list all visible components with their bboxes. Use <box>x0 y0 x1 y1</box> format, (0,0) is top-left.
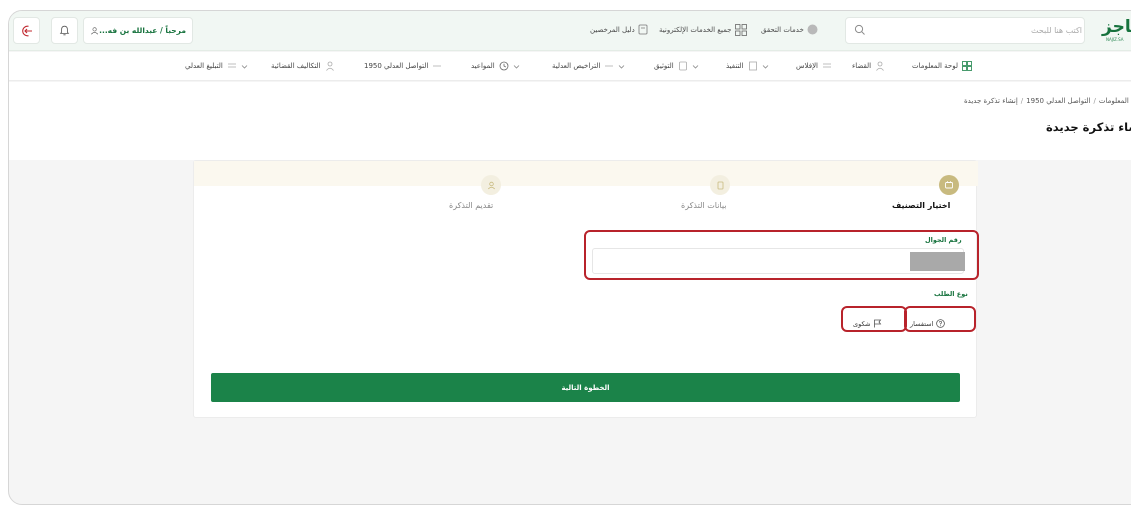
user-icon <box>91 26 99 34</box>
verification-services-label: خدمات التحقق <box>761 25 804 34</box>
notifications-button[interactable] <box>51 17 78 44</box>
greeting-label: مرحباً / عبدالله بن فه... <box>99 26 186 35</box>
chevron-down-icon <box>619 64 625 69</box>
user-menu[interactable]: مرحباً / عبدالله بن فه... <box>83 17 193 44</box>
costs-icon <box>325 61 334 71</box>
chevron-down-icon <box>692 64 699 69</box>
nav-item-label: التنفيذ <box>726 62 744 70</box>
chevron-down-icon <box>513 64 519 69</box>
user-icon <box>487 181 495 189</box>
breadcrumb: لوحة المعلومات/التواصل العدلي 1950/إنشاء… <box>964 97 1131 105</box>
phone-label: رقم الجوال <box>925 236 962 244</box>
phone-input[interactable] <box>592 248 964 274</box>
communication-icon <box>433 65 442 67</box>
document-icon <box>717 181 723 189</box>
search-box <box>845 17 1085 44</box>
nav-item-label: الإفلاس <box>796 62 819 70</box>
bell-icon <box>59 25 70 36</box>
nav-item-judiciary[interactable]: القضاء <box>852 61 885 71</box>
grid-icon <box>734 24 747 36</box>
nav-item-judicial-costs[interactable]: التكاليف القضائية <box>271 61 335 71</box>
wizard-steps-bar <box>194 161 978 186</box>
licensee-guide-link[interactable]: دليل المرخصين <box>590 24 649 35</box>
step-3-label: تقديم التذكرة <box>449 201 494 210</box>
nav-item-label: المواعيد <box>471 62 495 70</box>
top-bar: ناجز NAJIZ.SA خدمات التحقق جميع الخدمات … <box>9 11 1131 51</box>
breadcrumb-item-communication[interactable]: التواصل العدلي 1950 <box>1026 97 1090 105</box>
nav-item-dashboard[interactable]: لوحة المعلومات <box>912 61 972 71</box>
all-services-link[interactable]: جميع الخدمات الإلكترونية <box>659 24 747 36</box>
request-type-label: نوع الطلب <box>934 290 968 298</box>
nav-item-judicial-communication[interactable]: التواصل العدلي 1950 <box>364 61 442 71</box>
request-type-inquiry[interactable]: استفسار <box>910 319 946 328</box>
verification-services-link[interactable]: خدمات التحقق <box>761 24 818 35</box>
nav-item-judicial-notification[interactable]: التبليغ العدلي <box>185 61 248 71</box>
notification-icon <box>227 63 236 68</box>
page-header: لوحة المعلومات/التواصل العدلي 1950/إنشاء… <box>9 82 1131 160</box>
page-title: إنشاء تذكرة جديدة <box>1046 120 1131 134</box>
main-nav: لوحة المعلومات القضاء الإفلاس التنفيذ ال… <box>9 52 1131 81</box>
complaint-label: شكوى <box>853 319 871 328</box>
inquiry-label: استفسار <box>910 319 934 328</box>
logo[interactable]: ناجز <box>1102 17 1131 37</box>
chevron-down-icon <box>762 64 768 69</box>
nav-item-judicial-licenses[interactable]: التراخيص العدلية <box>552 61 625 71</box>
chevron-down-icon <box>241 64 248 69</box>
step-1-label: اختيار التصنيف <box>892 201 951 210</box>
next-step-button[interactable]: الخطوة التالية <box>211 373 960 402</box>
all-services-label: جميع الخدمات الإلكترونية <box>659 26 732 34</box>
flag-icon <box>874 319 882 328</box>
nav-item-notarization[interactable]: التوثيق <box>654 61 699 71</box>
nav-item-label: التوثيق <box>654 62 674 70</box>
dashboard-icon <box>962 61 972 71</box>
app-window: ناجز NAJIZ.SA خدمات التحقق جميع الخدمات … <box>8 10 1131 505</box>
search-input[interactable] <box>876 18 1082 43</box>
step-2-label: بيانات التذكرة <box>681 201 727 210</box>
category-icon <box>945 181 953 189</box>
question-icon <box>936 319 946 328</box>
license-icon <box>605 65 614 67</box>
logout-button[interactable] <box>13 17 40 44</box>
nav-item-label: القضاء <box>852 62 872 70</box>
enforcement-icon <box>748 61 757 71</box>
nav-item-label: التواصل العدلي 1950 <box>364 62 429 70</box>
logout-icon <box>21 25 32 36</box>
nav-item-label: التكاليف القضائية <box>271 62 321 70</box>
nav-item-label: لوحة المعلومات <box>912 62 958 70</box>
guide-icon <box>638 24 648 35</box>
ticket-form-card: اختيار التصنيف بيانات التذكرة تقديم التذ… <box>193 160 978 418</box>
logo-subtitle: NAJIZ.SA <box>1106 37 1124 42</box>
bankruptcy-icon <box>823 63 832 68</box>
clock-icon <box>499 61 509 71</box>
nav-item-enforcement[interactable]: التنفيذ <box>726 61 769 71</box>
step-1-indicator <box>939 175 959 195</box>
notarization-icon <box>678 61 687 71</box>
judiciary-icon <box>876 61 884 71</box>
search-icon[interactable] <box>854 24 866 36</box>
request-type-complaint[interactable]: شكوى <box>853 319 882 328</box>
breadcrumb-item-current: إنشاء تذكرة جديدة <box>964 97 1018 105</box>
nav-item-bankruptcy[interactable]: الإفلاس <box>796 61 832 71</box>
nav-item-label: التبليغ العدلي <box>185 62 223 70</box>
verification-icon <box>807 24 818 35</box>
phone-redaction-mask <box>910 252 965 271</box>
step-3-indicator <box>481 175 501 195</box>
nav-item-appointments[interactable]: المواعيد <box>471 61 520 71</box>
step-2-indicator <box>710 175 730 195</box>
licensee-guide-label: دليل المرخصين <box>590 25 635 34</box>
breadcrumb-item-dashboard[interactable]: لوحة المعلومات <box>1099 97 1131 105</box>
nav-item-label: التراخيص العدلية <box>552 62 601 70</box>
